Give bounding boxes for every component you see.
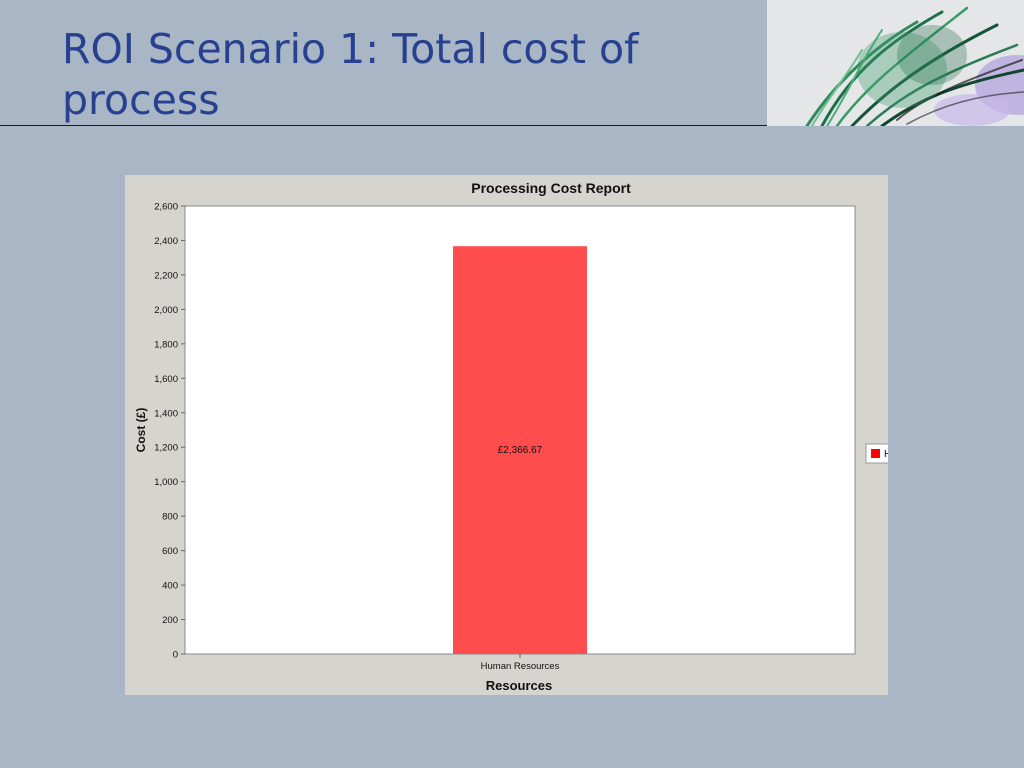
y-tick-label: 2,400: [154, 236, 178, 247]
legend-swatch: [871, 449, 880, 458]
bars: £2,366.67: [453, 246, 587, 654]
bar-value-label: £2,366.67: [498, 445, 543, 456]
y-tick-label: 200: [162, 615, 178, 626]
title-divider: [0, 125, 768, 126]
decorative-feather-image: [767, 0, 1024, 126]
y-tick-label: 0: [173, 650, 178, 661]
y-tick-label: 400: [162, 581, 178, 592]
y-tick-label: 1,800: [154, 339, 178, 350]
x-axis: Human Resources: [481, 654, 560, 672]
slide-title: ROI Scenario 1: Total cost of process: [62, 25, 639, 124]
processing-cost-chart: Processing Cost Report 0 200 400 600 800 1,00…: [125, 175, 888, 695]
y-tick-label: 2,200: [154, 270, 178, 281]
legend-entry: H: [884, 449, 888, 460]
x-axis-label: Resources: [486, 678, 552, 693]
x-tick-label: Human Resources: [481, 661, 560, 672]
legend: H: [865, 443, 888, 464]
chart-title: Processing Cost Report: [471, 180, 631, 196]
y-tick-label: 2,000: [154, 305, 178, 316]
y-tick-label: 2,600: [154, 202, 178, 213]
y-tick-label: 1,400: [154, 408, 178, 419]
y-axis-label: Cost (£): [134, 408, 148, 453]
y-axis: 0 200 400 600 800 1,000 1,200 1,400 1,600 1,800 2,…: [154, 202, 185, 661]
y-tick-label: 800: [162, 512, 178, 523]
y-tick-label: 1,200: [154, 443, 178, 454]
y-tick-label: 1,000: [154, 477, 178, 488]
y-tick-label: 1,600: [154, 374, 178, 385]
y-tick-label: 600: [162, 546, 178, 557]
